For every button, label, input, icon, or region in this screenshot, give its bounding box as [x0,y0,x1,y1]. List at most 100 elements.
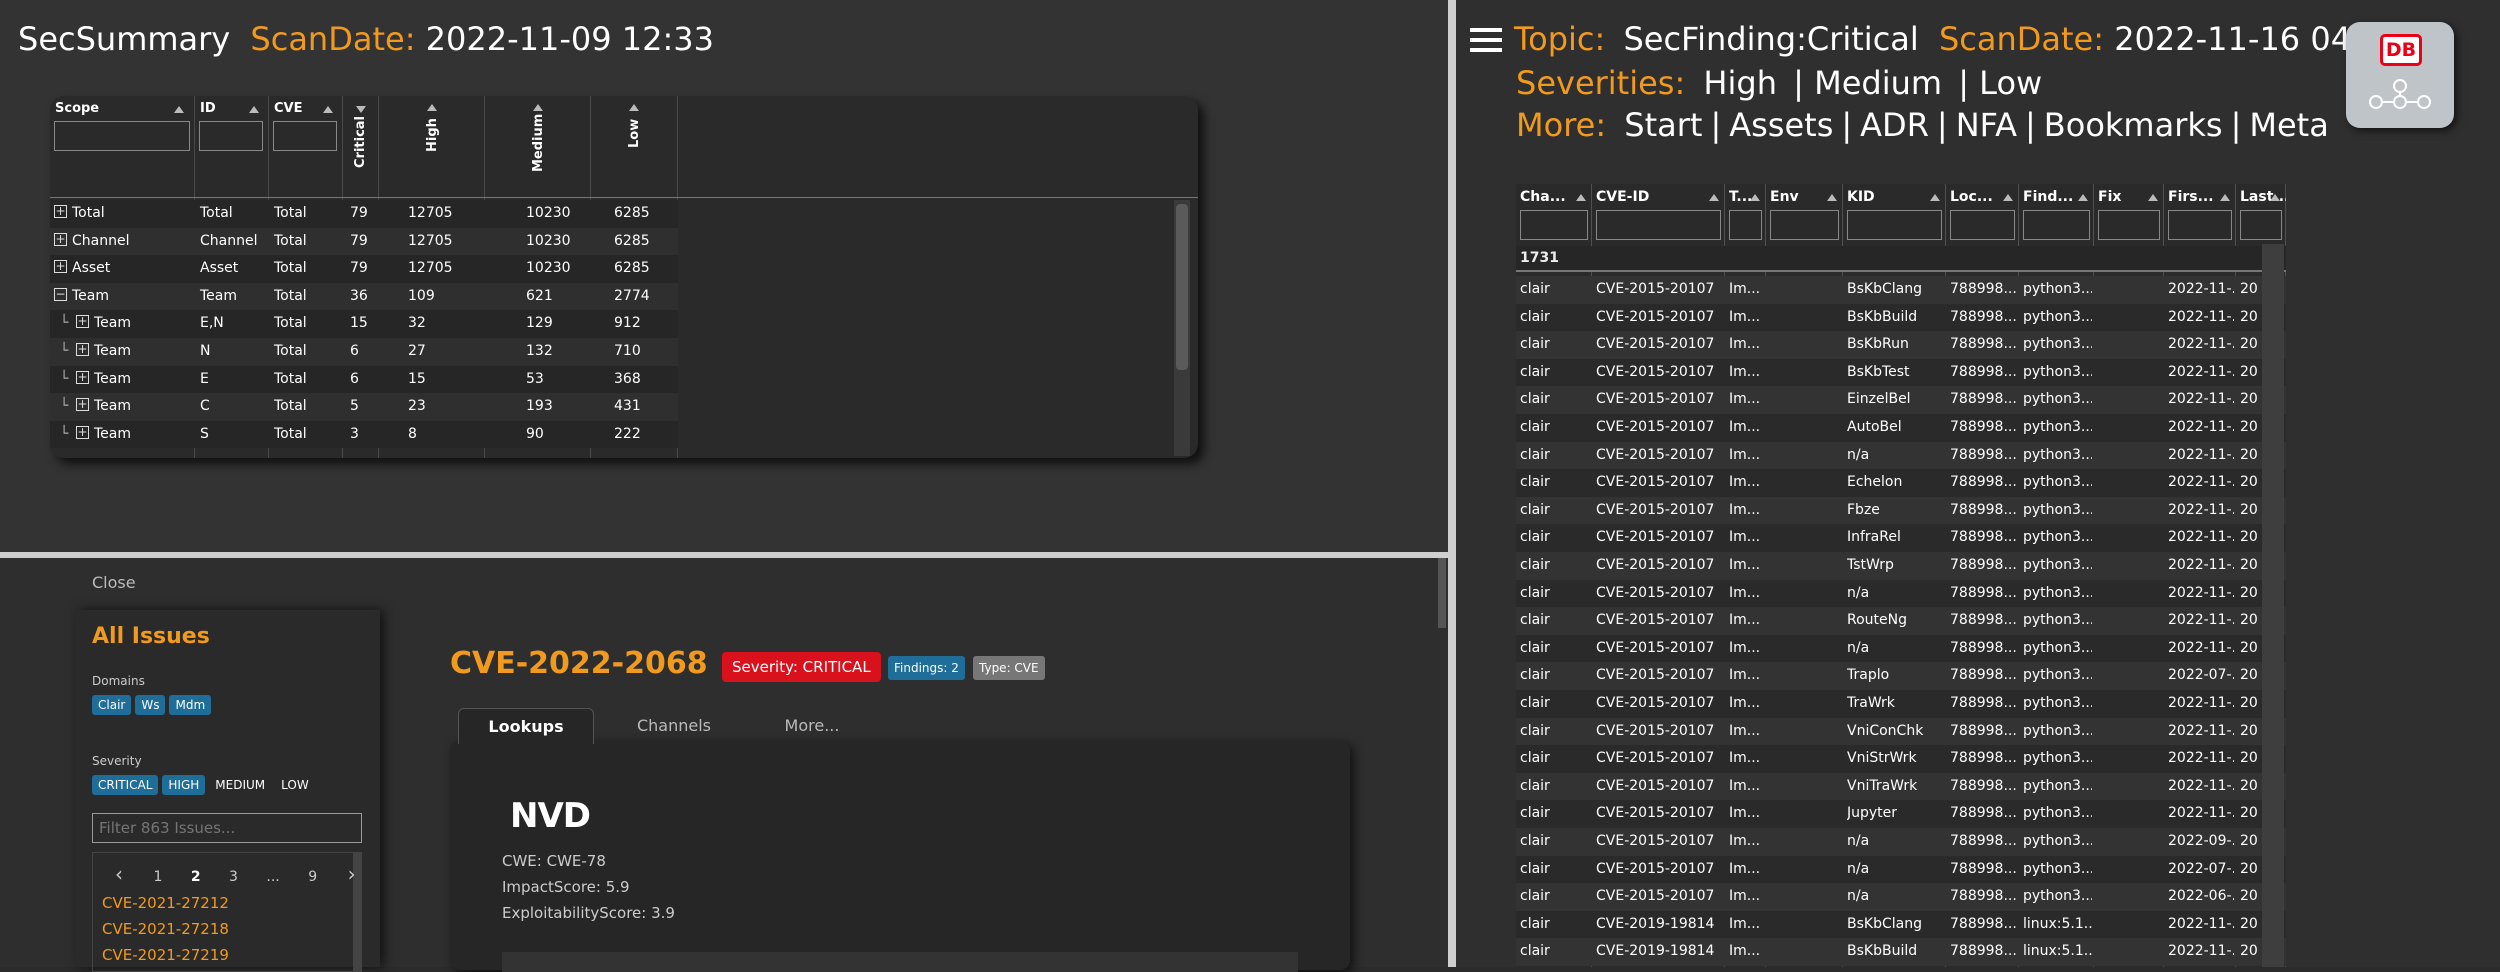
findings-filter-input[interactable] [1847,210,1942,240]
summary-row[interactable]: └ + Team C Total 5 23 193 431 [50,393,678,421]
findings-filter-input[interactable] [1520,210,1588,240]
tab-more[interactable]: More... [744,708,880,744]
findings-filter-input[interactable] [1596,210,1721,240]
severity-pill-medium[interactable]: MEDIUM [209,775,271,795]
findings-col-header[interactable]: Firs... [2168,189,2214,205]
findings-filter-input[interactable] [1950,210,2015,240]
expand-icon[interactable]: + [76,343,89,356]
findings-col-header[interactable]: T... [1729,189,1752,205]
vertical-splitter[interactable] [1448,0,1456,967]
db-logo-button[interactable]: DB [2346,22,2454,128]
findings-row[interactable]: clair CVE-2015-20107 Im... n/a 788998... pyth… [1516,855,2286,884]
findings-row[interactable]: clair CVE-2015-20107 Im... EinzelBel 788998.… [1516,386,2286,414]
issue-item[interactable]: CVE-2021-27219 [102,946,229,964]
page-3[interactable]: 3 [229,869,238,885]
issue-item[interactable]: CVE-2021-27218 [102,920,229,938]
more-link-adr[interactable]: ADR [1860,106,1929,144]
findings-col-header[interactable]: KID [1847,189,1875,205]
scroll-thumb[interactable] [1176,204,1188,370]
findings-row[interactable]: clair CVE-2015-20107 Im... Jupyter 788998...… [1516,800,2286,828]
findings-row[interactable]: clair CVE-2015-20107 Im... AutoBel 788998...… [1516,414,2286,442]
severity-pill-critical[interactable]: CRITICAL [92,775,159,795]
findings-row[interactable]: clair CVE-2015-20107 Im... InfraRel 788998..… [1516,524,2286,552]
expand-icon[interactable]: + [54,232,67,246]
findings-col-header[interactable]: Cha... [1520,189,1566,205]
panel-scrollbar[interactable] [1438,558,1446,628]
sort-icon[interactable] [2270,194,2280,201]
findings-row[interactable]: clair CVE-2015-20107 Im... VniStrWrk 788998.… [1516,745,2286,773]
severity-pill-high[interactable]: HIGH [162,775,206,795]
sort-icon[interactable] [1709,194,1719,201]
filter-issues-input[interactable] [92,813,362,843]
summary-scrollbar[interactable] [1174,200,1190,456]
sort-icon[interactable] [2148,194,2158,201]
summary-row[interactable]: └ + Team S Total 3 8 90 222 [50,420,678,449]
more-link-assets[interactable]: Assets [1729,106,1833,144]
findings-col-header[interactable]: CVE-ID [1596,189,1649,205]
domain-pill-clair[interactable]: Clair [92,695,132,715]
page-2[interactable]: 2 [191,869,201,885]
sort-icon[interactable] [2078,194,2088,201]
findings-col-header[interactable]: Env [1770,189,1799,205]
findings-filter-input[interactable] [1729,210,1762,240]
more-link-nfa[interactable]: NFA [1956,106,2017,144]
domain-pill-ws[interactable]: Ws [135,695,166,715]
expand-icon[interactable]: + [76,315,89,329]
summary-row[interactable]: └ + Team N Total 6 27 132 710 [50,338,678,366]
collapse-icon[interactable]: − [54,287,67,301]
findings-filter-input[interactable] [2168,210,2232,240]
findings-row[interactable]: clair CVE-2015-20107 Im... Traplo 788998... p… [1516,662,2286,690]
hamburger-icon[interactable] [1470,28,1502,54]
findings-row[interactable]: clair CVE-2015-20107 Im... BsKbBuild 788998.… [1516,303,2286,332]
findings-row[interactable]: clair CVE-2015-20107 Im... BsKbClang 788998.… [1516,276,2286,304]
severity-link-medium[interactable]: Medium [1814,64,1942,102]
page-9[interactable]: 9 [308,869,317,885]
more-link-bookmarks[interactable]: Bookmarks [2044,106,2223,144]
summary-row[interactable]: − Team Team Total 36 109 621 2774 [50,282,678,311]
findings-col-header[interactable]: Fix [2098,189,2121,205]
tab-channels[interactable]: Channels [604,708,744,744]
findings-row[interactable]: clair CVE-2015-20107 Im... Fbze 788998... pyt… [1516,496,2286,525]
domain-pill-mdm[interactable]: Mdm [169,695,212,715]
severity-pill-low[interactable]: LOW [275,775,315,795]
summary-row[interactable]: + Asset Asset Total 79 12705 10230 6285 [50,255,678,283]
expand-icon[interactable]: + [76,425,89,439]
expand-icon[interactable]: + [76,398,89,412]
sort-icon[interactable] [2003,194,2013,201]
findings-row[interactable]: clair CVE-2015-20107 Im... TstWrp 788998... p… [1516,552,2286,580]
severity-link-high[interactable]: High [1703,64,1777,102]
findings-filter-input[interactable] [2023,210,2090,240]
findings-row[interactable]: clair CVE-2015-20107 Im... n/a 788998... pyth… [1516,828,2286,856]
findings-col-header[interactable]: Find... [2023,189,2073,205]
more-link-meta[interactable]: Meta [2249,106,2328,144]
findings-row[interactable]: clair CVE-2015-20107 Im... VniConChk 788998.… [1516,717,2286,746]
findings-row[interactable]: clair CVE-2015-20107 Im... n/a 788998... pyth… [1516,579,2286,608]
sort-icon[interactable] [1930,194,1940,201]
sort-icon[interactable] [1827,194,1837,201]
page-1[interactable]: 1 [153,869,162,885]
findings-row[interactable]: clair CVE-2015-20107 Im... n/a 788998... pyth… [1516,634,2286,663]
findings-row[interactable]: clair CVE-2015-20107 Im... n/a 788998... pyth… [1516,883,2286,911]
findings-row[interactable]: clair CVE-2019-19814 Im... BsKbBuild 788998.… [1516,938,2286,966]
next-page-icon[interactable]: › [348,862,356,886]
findings-col-header[interactable]: Loc... [1950,189,1993,205]
summary-row[interactable]: + Channel Channel Total 79 12705 10230 6285 [50,227,678,256]
expand-icon[interactable]: + [76,370,89,384]
sort-icon[interactable] [2220,194,2230,201]
findings-row[interactable]: clair CVE-2015-20107 Im... BsKbRun 788998...… [1516,331,2286,359]
close-button[interactable]: Close [92,573,136,592]
more-link-start[interactable]: Start [1624,106,1702,144]
findings-row[interactable]: clair CVE-2015-20107 Im... VniTraWrk 788998.… [1516,772,2286,801]
findings-row[interactable]: clair CVE-2015-20107 Im... RouteNg 788998...… [1516,607,2286,635]
summary-row[interactable]: └ + Team E Total 6 15 53 368 [50,365,678,394]
findings-row[interactable]: clair CVE-2015-20107 Im... BsKbTest 788998..… [1516,358,2286,387]
findings-filter-input[interactable] [2240,210,2282,240]
findings-filter-input[interactable] [2098,210,2160,240]
summary-row[interactable]: └ + Team E,N Total 15 32 129 912 [50,310,678,338]
findings-scrollbar[interactable] [2262,244,2284,967]
tab-lookups[interactable]: Lookups [458,708,594,744]
expand-icon[interactable]: + [54,205,67,218]
prev-page-icon[interactable]: ‹ [115,862,123,886]
sort-icon[interactable] [1750,194,1760,201]
expand-icon[interactable]: + [54,260,67,274]
